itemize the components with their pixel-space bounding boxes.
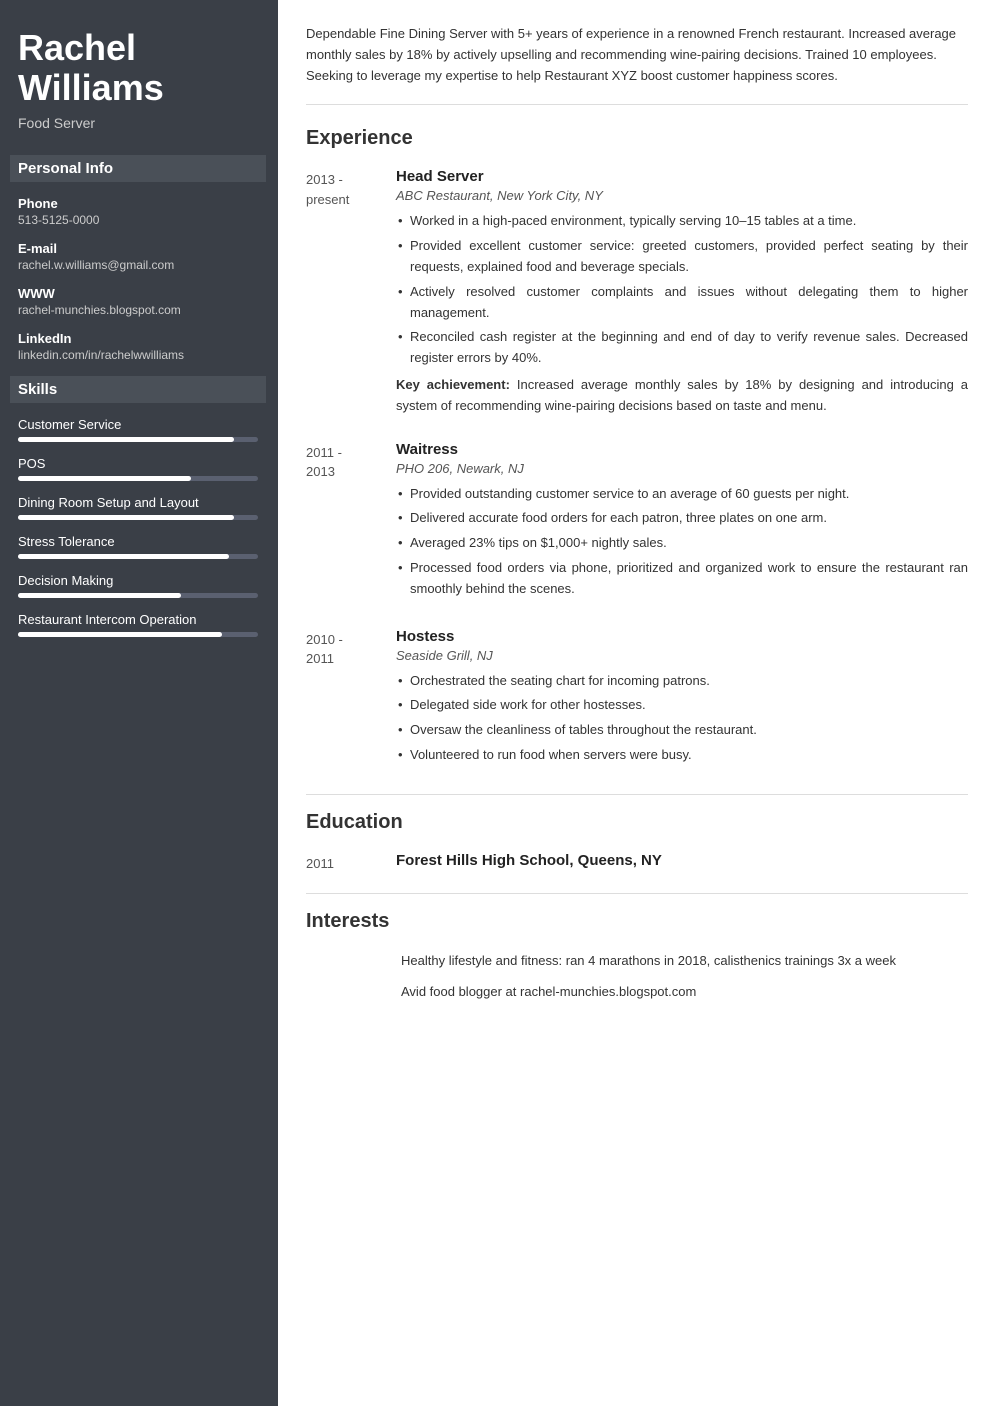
company-name: ABC Restaurant, New York City, NY (396, 188, 968, 203)
skill-bar-fill (18, 476, 191, 481)
skill-bar-background (18, 593, 258, 598)
bullet-item: Oversaw the cleanliness of tables throug… (396, 720, 968, 741)
company-name: Seaside Grill, NJ (396, 648, 968, 663)
bullet-item: Volunteered to run food when servers wer… (396, 745, 968, 766)
phone-label: Phone (18, 196, 258, 211)
interests-list: Healthy lifestyle and fitness: ran 4 mar… (306, 951, 968, 1003)
company-name: PHO 206, Newark, NJ (396, 461, 968, 476)
key-achievement: Key achievement: Increased average month… (396, 375, 968, 417)
skill-name: POS (18, 456, 258, 471)
skills-list: Customer Service POS Dining Room Setup a… (18, 417, 258, 637)
bullet-item: Delivered accurate food orders for each … (396, 508, 968, 529)
experience-entry: 2013 -present Head Server ABC Restaurant… (306, 168, 968, 416)
sidebar: Rachel Williams Food Server Personal Inf… (0, 0, 278, 1406)
entry-content: Hostess Seaside Grill, NJ Orchestrated t… (396, 628, 968, 770)
job-title: Waitress (396, 441, 968, 458)
skill-name: Dining Room Setup and Layout (18, 495, 258, 510)
phone-info: Phone 513-5125-0000 (18, 196, 258, 227)
skill-item: Dining Room Setup and Layout (18, 495, 258, 520)
experience-section: Experience 2013 -present Head Server ABC… (306, 127, 968, 769)
skill-bar-background (18, 437, 258, 442)
bullets-list: Worked in a high-paced environment, typi… (396, 211, 968, 369)
skill-bar-fill (18, 593, 181, 598)
www-value: rachel-munchies.blogspot.com (18, 303, 258, 317)
interests-section: Interests Healthy lifestyle and fitness:… (306, 910, 968, 1003)
www-label: WWW (18, 286, 258, 301)
education-entry: 2011 Forest Hills High School, Queens, N… (306, 852, 968, 874)
candidate-title: Food Server (18, 115, 258, 131)
education-divider (306, 794, 968, 795)
skill-bar-fill (18, 515, 234, 520)
email-label: E-mail (18, 241, 258, 256)
interest-item: Avid food blogger at rachel-munchies.blo… (401, 982, 968, 1003)
email-value: rachel.w.williams@gmail.com (18, 258, 258, 272)
skill-item: Decision Making (18, 573, 258, 598)
candidate-name: Rachel Williams (18, 28, 258, 107)
linkedin-value: linkedin.com/in/rachelwwilliams (18, 348, 258, 362)
www-info: WWW rachel-munchies.blogspot.com (18, 286, 258, 317)
experience-list: 2013 -present Head Server ABC Restaurant… (306, 168, 968, 769)
bullet-item: Worked in a high-paced environment, typi… (396, 211, 968, 232)
bullet-item: Provided outstanding customer service to… (396, 484, 968, 505)
entry-date: 2010 -2011 (306, 628, 396, 770)
skill-bar-background (18, 632, 258, 637)
skill-name: Restaurant Intercom Operation (18, 612, 258, 627)
edu-content: Forest Hills High School, Queens, NY (396, 852, 968, 874)
skill-bar-background (18, 515, 258, 520)
resume-container: Rachel Williams Food Server Personal Inf… (0, 0, 996, 1406)
email-info: E-mail rachel.w.williams@gmail.com (18, 241, 258, 272)
bullet-item: Reconciled cash register at the beginnin… (396, 327, 968, 369)
bullet-item: Averaged 23% tips on $1,000+ nightly sal… (396, 533, 968, 554)
interests-heading: Interests (306, 910, 968, 937)
personal-info-heading: Personal Info (10, 155, 266, 182)
bullets-list: Orchestrated the seating chart for incom… (396, 671, 968, 766)
skill-item: Stress Tolerance (18, 534, 258, 559)
experience-entry: 2011 -2013 Waitress PHO 206, Newark, NJ … (306, 441, 968, 604)
bullet-item: Provided excellent customer service: gre… (396, 236, 968, 278)
skill-bar-fill (18, 437, 234, 442)
bullet-item: Processed food orders via phone, priorit… (396, 558, 968, 600)
skill-name: Customer Service (18, 417, 258, 432)
experience-heading: Experience (306, 127, 968, 154)
skill-bar-fill (18, 632, 222, 637)
experience-entry: 2010 -2011 Hostess Seaside Grill, NJ Orc… (306, 628, 968, 770)
entry-date: 2011 -2013 (306, 441, 396, 604)
bullet-item: Actively resolved customer complaints an… (396, 282, 968, 324)
entry-content: Waitress PHO 206, Newark, NJ Provided ou… (396, 441, 968, 604)
skill-name: Stress Tolerance (18, 534, 258, 549)
job-title: Hostess (396, 628, 968, 645)
interest-item: Healthy lifestyle and fitness: ran 4 mar… (401, 951, 968, 972)
entry-content: Head Server ABC Restaurant, New York Cit… (396, 168, 968, 416)
skill-bar-background (18, 476, 258, 481)
skill-item: Customer Service (18, 417, 258, 442)
skill-bar-background (18, 554, 258, 559)
bullet-item: Orchestrated the seating chart for incom… (396, 671, 968, 692)
main-content: Dependable Fine Dining Server with 5+ ye… (278, 0, 996, 1406)
education-list: 2011 Forest Hills High School, Queens, N… (306, 852, 968, 874)
school-name: Forest Hills High School, Queens, NY (396, 852, 968, 869)
skill-item: Restaurant Intercom Operation (18, 612, 258, 637)
summary-text: Dependable Fine Dining Server with 5+ ye… (306, 24, 968, 105)
skills-heading: Skills (10, 376, 266, 403)
education-heading: Education (306, 811, 968, 838)
linkedin-info: LinkedIn linkedin.com/in/rachelwwilliams (18, 331, 258, 362)
job-title: Head Server (396, 168, 968, 185)
skill-bar-fill (18, 554, 229, 559)
linkedin-label: LinkedIn (18, 331, 258, 346)
skill-name: Decision Making (18, 573, 258, 588)
interests-divider (306, 893, 968, 894)
education-section: Education 2011 Forest Hills High School,… (306, 811, 968, 874)
entry-date: 2013 -present (306, 168, 396, 416)
edu-date: 2011 (306, 852, 396, 874)
phone-value: 513-5125-0000 (18, 213, 258, 227)
skill-item: POS (18, 456, 258, 481)
bullet-item: Delegated side work for other hostesses. (396, 695, 968, 716)
bullets-list: Provided outstanding customer service to… (396, 484, 968, 600)
